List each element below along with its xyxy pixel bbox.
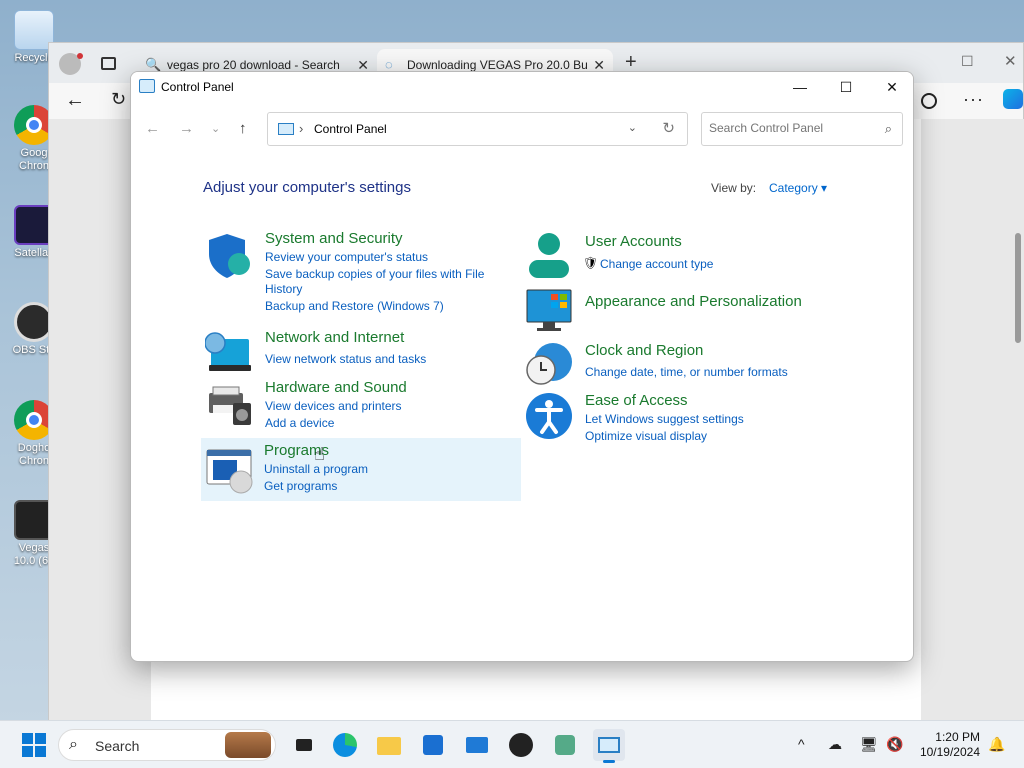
- title-bar: Control Panel — ☐ ✕: [131, 72, 913, 102]
- link-save-backup[interactable]: Save backup copies of your files with Fi…: [265, 267, 484, 282]
- search-box[interactable]: ⌕: [701, 112, 903, 146]
- control-panel-taskbar-icon[interactable]: [593, 729, 625, 763]
- network-globe-icon: [205, 332, 251, 371]
- category-clock-and-region: Clock and Region Change date, time, or n…: [525, 340, 845, 386]
- category-appearance-and-personalization: Appearance and Personalization: [525, 288, 845, 332]
- back-arrow-icon[interactable]: ←: [145, 120, 160, 137]
- link-get-programs[interactable]: Get programs: [264, 479, 337, 494]
- appearance-monitor-icon: [526, 289, 572, 331]
- recent-locations-chevron-icon[interactable]: ⌄: [211, 122, 220, 135]
- view-by-dropdown[interactable]: Category ▾: [769, 181, 827, 195]
- category-ease-of-access: Ease of Access Let Windows suggest setti…: [525, 392, 845, 444]
- link-optimize-display[interactable]: Optimize visual display: [585, 429, 707, 444]
- category-title[interactable]: Ease of Access: [585, 392, 688, 409]
- task-view-icon[interactable]: [288, 729, 320, 761]
- window-title: Control Panel: [161, 80, 234, 94]
- browser-close-button[interactable]: ✕: [1004, 52, 1017, 70]
- link-review-status[interactable]: Review your computer's status: [265, 250, 428, 265]
- category-user-accounts: User Accounts 🛡 Change account type: [525, 232, 845, 282]
- tab-actions-icon[interactable]: [101, 57, 116, 70]
- more-icon[interactable]: ···: [963, 89, 984, 110]
- scrollbar-thumb[interactable]: [1015, 233, 1021, 343]
- microsoft-store-icon[interactable]: [417, 729, 449, 761]
- browser-essentials-icon[interactable]: [921, 93, 937, 109]
- category-network-and-internet: Network and Internet View network status…: [205, 329, 525, 375]
- tab-title: vegas pro 20 download - Search: [167, 58, 340, 72]
- volume-icon[interactable]: 🔇: [886, 736, 903, 753]
- link-change-account-type[interactable]: Change account type: [600, 257, 713, 272]
- tab-title: Downloading VEGAS Pro 20.0 Bu: [407, 58, 588, 72]
- minimize-button[interactable]: —: [777, 72, 823, 102]
- link-add-device[interactable]: Add a device: [265, 416, 334, 431]
- search-input[interactable]: [709, 121, 869, 135]
- user-icon: [529, 233, 569, 278]
- category-system-and-security: System and Security Review your computer…: [205, 230, 525, 322]
- address-bar[interactable]: › Control Panel ⌄ ↻: [267, 112, 688, 146]
- forward-arrow-icon[interactable]: →: [179, 120, 194, 137]
- network-icon[interactable]: 🖥: [860, 736, 878, 753]
- refresh-icon[interactable]: ↻: [111, 89, 126, 110]
- maximize-button[interactable]: ☐: [823, 72, 869, 102]
- category-hardware-and-sound: Hardware and Sound View devices and prin…: [205, 379, 525, 433]
- file-explorer-icon[interactable]: [373, 729, 405, 761]
- app-icon[interactable]: [549, 729, 581, 761]
- printer-speaker-icon: [209, 386, 251, 425]
- up-arrow-icon[interactable]: ↑: [239, 120, 247, 137]
- category-title[interactable]: Clock and Region: [585, 342, 703, 359]
- category-programs[interactable]: Programs Uninstall a program Get program…: [201, 438, 521, 501]
- category-title[interactable]: Network and Internet: [265, 329, 404, 346]
- shield-icon: [209, 234, 250, 278]
- category-title[interactable]: Hardware and Sound: [265, 379, 407, 396]
- category-title[interactable]: System and Security: [265, 230, 403, 247]
- control-panel-icon: [278, 123, 294, 135]
- media-player-icon[interactable]: [505, 729, 537, 761]
- browser-scrollbar[interactable]: [1015, 123, 1021, 713]
- search-highlight-image-icon: [225, 732, 271, 758]
- notification-dot: [77, 53, 83, 59]
- ease-of-access-icon: [526, 393, 572, 439]
- taskbar-clock[interactable]: 1:20 PM 10/19/2024: [920, 730, 980, 760]
- mouse-cursor-icon: ☝: [314, 444, 325, 464]
- tray-chevron-icon[interactable]: ^: [798, 736, 805, 752]
- programs-icon: [206, 449, 253, 494]
- control-panel-window: Control Panel — ☐ ✕ ← → ⌄ ↑ › Control Pa…: [130, 71, 914, 662]
- close-button[interactable]: ✕: [869, 72, 913, 102]
- control-panel-icon: [139, 79, 155, 93]
- navigation-bar: ← → ⌄ ↑ › Control Panel ⌄ ↻ ⌕: [131, 102, 913, 154]
- page-heading: Adjust your computer's settings: [203, 179, 411, 196]
- uac-shield-icon: 🛡: [583, 256, 599, 270]
- chevron-down-icon[interactable]: ⌄: [628, 121, 637, 134]
- category-title[interactable]: Appearance and Personalization: [585, 293, 802, 310]
- link-devices-printers[interactable]: View devices and printers: [265, 399, 402, 414]
- clock-globe-icon: [526, 343, 572, 385]
- start-button-windows-icon[interactable]: [18, 729, 50, 761]
- link-suggest-settings[interactable]: Let Windows suggest settings: [585, 412, 744, 427]
- refresh-icon[interactable]: ↻: [662, 119, 675, 137]
- clock-date: 10/19/2024: [919, 745, 980, 759]
- search-icon: ⌕: [69, 736, 78, 753]
- back-arrow-icon[interactable]: ←: [65, 89, 85, 112]
- breadcrumb-separator-icon: ›: [299, 121, 304, 136]
- breadcrumb-control-panel[interactable]: Control Panel: [314, 122, 387, 136]
- link-change-date-time[interactable]: Change date, time, or number formats: [585, 365, 788, 380]
- mail-icon[interactable]: [461, 729, 493, 761]
- search-icon[interactable]: ⌕: [885, 121, 892, 137]
- view-by-label: View by:: [711, 181, 757, 195]
- taskbar-search[interactable]: ⌕ Search: [58, 729, 276, 761]
- link-backup-restore[interactable]: Backup and Restore (Windows 7): [265, 299, 444, 314]
- copilot-icon[interactable]: [1003, 89, 1023, 109]
- onedrive-icon[interactable]: ☁: [828, 736, 842, 753]
- link-network-status[interactable]: View network status and tasks: [265, 352, 426, 367]
- clock-time: 1:20 PM: [935, 730, 980, 744]
- edge-icon[interactable]: [329, 729, 361, 761]
- category-title[interactable]: User Accounts: [585, 233, 682, 250]
- link-save-backup-history[interactable]: History: [265, 282, 302, 297]
- taskbar-search-label: Search: [95, 738, 140, 754]
- taskbar: ⌕ Search ^ ☁ 🖥 🔇 1:20 PM 10/19/2024 🔔: [0, 720, 1024, 768]
- notification-bell-icon[interactable]: 🔔: [988, 736, 1005, 753]
- browser-maximize-button[interactable]: ☐: [961, 53, 974, 70]
